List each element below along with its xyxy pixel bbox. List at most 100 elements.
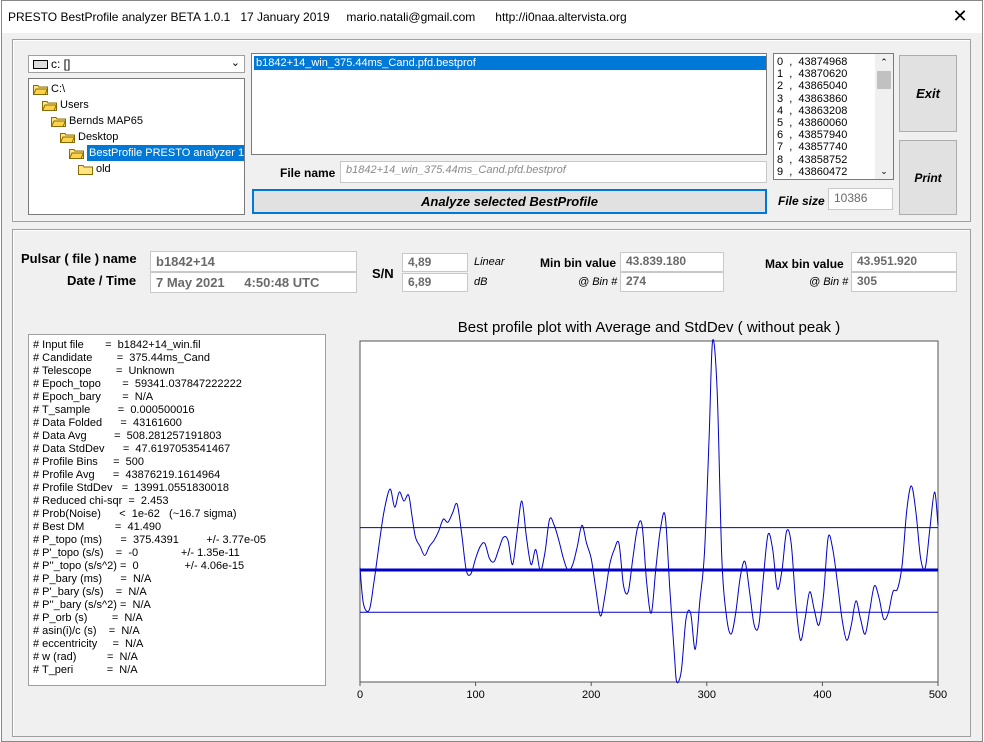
info-line: # asin(i)/c (s) = N/A xyxy=(33,625,140,637)
datetime-field: 7 May 2021 4:50:48 UTC xyxy=(150,272,357,293)
info-line: # eccentricity = N/A xyxy=(33,638,144,650)
print-button-label: Print xyxy=(914,170,942,185)
bins-list-item[interactable]: 1 , 43870620 xyxy=(777,68,877,80)
scroll-thumb[interactable] xyxy=(877,71,891,89)
drive-icon xyxy=(33,60,48,69)
folder-icon xyxy=(78,164,93,175)
tree-item[interactable]: Desktop xyxy=(59,129,119,145)
sn-linear-field: 4,89 xyxy=(402,253,468,272)
time-value: 4:50:48 UTC xyxy=(244,275,320,290)
bins-list-item[interactable]: 3 , 43863860 xyxy=(777,93,877,105)
analyze-button[interactable]: Analyze selected BestProfile xyxy=(252,189,767,214)
info-line: # T_sample = 0.000500016 xyxy=(33,404,195,416)
info-line: # P''_bary (s/s^2) = N/A xyxy=(33,599,151,611)
info-line: # Best DM = 41.490 xyxy=(33,521,162,533)
bins-list-item[interactable]: 2 , 43865040 xyxy=(777,80,877,92)
info-line: # Profile Bins = 500 xyxy=(33,456,144,468)
info-line: # Epoch_bary = N/A xyxy=(33,391,154,403)
folder-tree[interactable]: C:\ Users Bernds MAP65 Desktop BestProfile P… xyxy=(28,78,245,215)
file-name-label: File name xyxy=(280,166,336,180)
x-tick-label: 300 xyxy=(698,689,716,701)
info-line: # Telescope = Unknown xyxy=(33,365,175,377)
pulsar-name-value: b1842+14 xyxy=(156,254,215,269)
datetime-label: Date / Time xyxy=(67,273,137,288)
tree-item-label: C:\ xyxy=(51,83,66,95)
analyze-button-label: Analyze selected BestProfile xyxy=(420,194,599,209)
bins-list-item[interactable]: 4 , 43863208 xyxy=(777,105,877,117)
min-bin-at-label: @ Bin # xyxy=(578,276,618,288)
info-lines: # Input file = b1842+14_win.fil # Candida… xyxy=(33,339,266,677)
bins-list-item[interactable]: 5 , 43860060 xyxy=(777,117,877,129)
close-button[interactable]: ✕ xyxy=(938,1,982,33)
date-value: 7 May 2021 xyxy=(156,275,225,290)
tree-item[interactable]: BestProfile PRESTO analyzer 1.0.1.e xyxy=(68,145,244,161)
title-bar: PRESTO BestProfile analyzer BETA 1.0.1 1… xyxy=(2,1,982,33)
app-window: PRESTO BestProfile analyzer BETA 1.0.1 1… xyxy=(1,0,983,742)
sn-label: S/N xyxy=(372,266,394,281)
chevron-down-icon: ⌄ xyxy=(230,57,240,69)
bins-list-item[interactable]: 0 , 43874968 xyxy=(777,56,877,68)
info-line: # Profile StdDev = 13991.0551830018 xyxy=(33,482,230,494)
info-line: # T_peri = N/A xyxy=(33,664,138,676)
file-list-item[interactable]: b1842+14_win_375.44ms_Cand.pfd.bestprof xyxy=(254,56,766,70)
sn-db-value: 6,89 xyxy=(408,275,432,289)
folder-open-icon xyxy=(32,84,49,95)
tree-item[interactable]: Bernds MAP65 xyxy=(50,113,143,129)
max-bin-index: 305 xyxy=(857,274,878,288)
max-bin-field: 43.951.920 xyxy=(851,252,957,272)
tree-item[interactable]: C:\ xyxy=(32,81,66,97)
info-line: # P'_bary (s/s) = N/A xyxy=(33,586,147,598)
folder-open-icon xyxy=(59,132,76,143)
tree-item-label: Desktop xyxy=(78,131,119,143)
scroll-up-icon[interactable]: ⌃ xyxy=(875,54,893,70)
pulsar-name-label: Pulsar ( file ) name xyxy=(21,251,137,266)
info-line: # Candidate = 375.44ms_Cand xyxy=(33,352,211,364)
sn-db-field: 6,89 xyxy=(402,273,468,292)
max-bin-at-label: @ Bin # xyxy=(809,276,849,288)
pulsar-name-field: b1842+14 xyxy=(150,251,357,272)
bins-list-item[interactable]: 6 , 43857940 xyxy=(777,129,877,141)
sn-db-label: dB xyxy=(474,276,488,288)
tree-item-label: old xyxy=(96,163,111,175)
tree-item-label: BestProfile PRESTO analyzer 1.0.1.e xyxy=(87,145,244,161)
bins-list-item[interactable]: 9 , 43860472 xyxy=(777,166,877,178)
min-bin-index: 274 xyxy=(626,274,647,288)
min-bin-value: 43.839.180 xyxy=(626,254,687,268)
info-line: # Data Avg = 508.281257191803 xyxy=(33,430,222,442)
exit-button[interactable]: Exit xyxy=(899,55,957,132)
max-bin-label: Max bin value xyxy=(765,257,844,271)
info-line: # P''_topo (s/s^2) = 0 +/- 4.06e-15 xyxy=(33,560,245,572)
info-line: # P'_topo (s/s) = -0 +/- 1.35e-11 xyxy=(33,547,240,559)
profile-chart-svg: Best profile plot with Average and StdDe… xyxy=(357,319,947,701)
drive-value: c: [] xyxy=(51,57,71,71)
min-bin-label: Min bin value xyxy=(540,256,617,270)
folder-open-icon xyxy=(68,148,85,159)
file-list[interactable]: b1842+14_win_375.44ms_Cand.pfd.bestprof xyxy=(251,53,767,155)
info-line: # Data Folded = 43161600 xyxy=(33,417,182,429)
print-button[interactable]: Print xyxy=(899,140,957,215)
x-tick-label: 500 xyxy=(929,689,947,701)
plot-area xyxy=(359,340,939,683)
sn-linear-value: 4,89 xyxy=(408,255,432,269)
bins-list-content: 0 , 43874968 1 , 43870620 2 , 43865040 3 , … xyxy=(777,56,877,178)
max-bin-index-field: 305 xyxy=(851,272,957,292)
chart-title: Best profile plot with Average and StdDe… xyxy=(458,319,840,336)
file-size-field: 10386 xyxy=(828,188,893,210)
bins-list-item[interactable]: 7 , 43857740 xyxy=(777,141,877,153)
bins-list-item[interactable]: 8 , 43858752 xyxy=(777,154,877,166)
scroll-down-icon[interactable]: ⌄ xyxy=(875,163,893,179)
bestprof-info-panel: # Input file = b1842+14_win.fil # Candida… xyxy=(28,334,326,686)
tree-item[interactable]: old xyxy=(78,161,111,177)
info-line: # Data StdDev = 47.6197053541467 xyxy=(33,443,231,455)
info-line: # w (rad) = N/A xyxy=(33,651,138,663)
bins-list[interactable]: 0 , 43874968 1 , 43870620 2 , 43865040 3 , … xyxy=(773,53,894,180)
tree-item[interactable]: Users xyxy=(41,97,89,113)
info-line: # P_orb (s) = N/A xyxy=(33,612,143,624)
min-bin-index-field: 274 xyxy=(620,272,724,292)
info-line: # Input file = b1842+14_win.fil xyxy=(33,339,201,351)
file-name-field[interactable]: b1842+14_win_375.44ms_Cand.pfd.bestprof xyxy=(340,161,767,183)
min-bin-field: 43.839.180 xyxy=(620,252,724,272)
drive-select[interactable]: c: [] ⌄ xyxy=(28,55,245,73)
x-tick-label: 0 xyxy=(357,689,363,701)
bins-scrollbar[interactable]: ⌃ ⌄ xyxy=(875,54,893,179)
